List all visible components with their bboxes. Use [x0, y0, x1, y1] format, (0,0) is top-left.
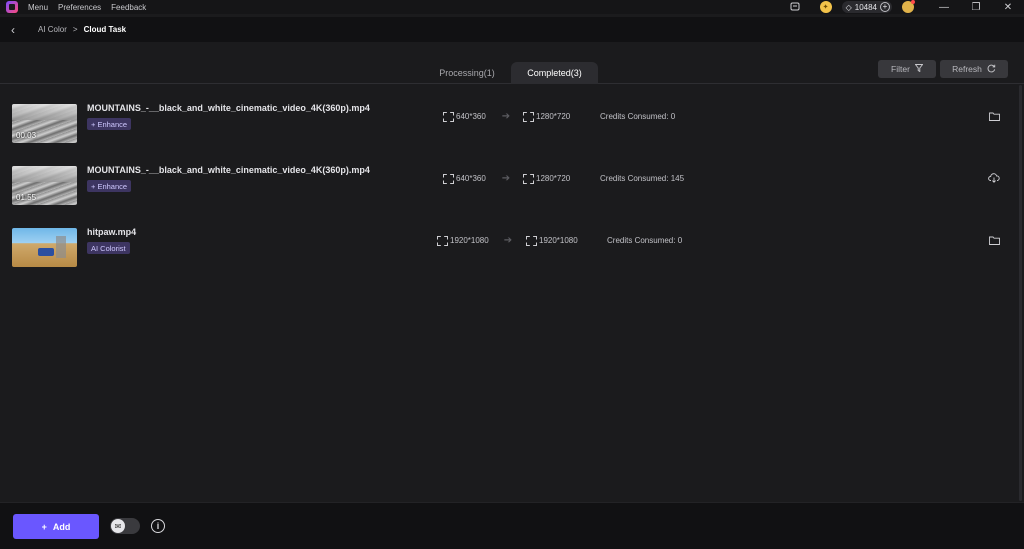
menu-item-preferences[interactable]: Preferences [58, 3, 101, 12]
plus-icon: + [41, 521, 47, 532]
title-bar-right: ✦ ◇ 10484 + — ❐ ✕ [788, 0, 1024, 14]
app-logo-icon [6, 1, 18, 13]
avatar-icon[interactable] [902, 0, 915, 13]
title-bar: Menu Preferences Feedback ✦ ◇ 10484 + — … [0, 0, 1024, 14]
diamond-icon: ◇ [845, 2, 852, 12]
minimize-icon[interactable]: — [928, 0, 960, 14]
scrollbar[interactable] [1019, 85, 1022, 501]
model-badge: + Enhance [87, 118, 132, 130]
file-name: MOUNTAINS_-__black_and_white_cinematic_v… [87, 103, 370, 113]
breadcrumb-separator: > [72, 25, 78, 34]
info-icon[interactable]: i [151, 519, 165, 533]
resolution-icon [523, 174, 532, 183]
model-badge: AI Colorist [87, 242, 130, 254]
source-resolution: 640*360 [443, 112, 486, 121]
restore-icon[interactable]: ❐ [960, 0, 992, 14]
refresh-icon [987, 64, 996, 75]
refresh-button[interactable]: Refresh [940, 60, 1008, 78]
credits-balance[interactable]: ◇ 10484 + [841, 1, 892, 13]
source-resolution: 640*360 [443, 174, 486, 183]
resolution-icon [523, 112, 532, 121]
target-resolution-value: 1280*720 [536, 112, 571, 121]
credits-consumed: Credits Consumed: 145 [600, 174, 685, 183]
coin-icon[interactable]: ✦ [819, 1, 832, 13]
video-duration: 01:55 [16, 193, 37, 202]
task-row: 00:03 MOUNTAINS_-__black_and_white_cinem… [0, 94, 1014, 156]
video-thumbnail[interactable] [12, 228, 77, 267]
filter-icon [914, 64, 924, 74]
task-row: 01:55 MOUNTAINS_-__black_and_white_cinem… [0, 156, 1014, 218]
resolution-icon [526, 236, 535, 245]
folder-icon[interactable] [988, 111, 1000, 121]
target-resolution: 1280*720 [523, 112, 570, 121]
arrow-right-icon: ➔ [501, 172, 511, 184]
bottom-bar: + Add ✉ i [0, 502, 1024, 549]
tab-completed[interactable]: Completed(3) [511, 62, 598, 84]
video-duration: 00:03 [16, 131, 37, 140]
folder-icon[interactable] [988, 235, 1000, 245]
target-resolution-value: 1920*1080 [539, 236, 578, 245]
task-row: hitpaw.mp4 AI Colorist 1920*1080 ➔ 1920*… [0, 218, 1014, 280]
target-resolution: 1280*720 [523, 174, 570, 183]
main-panel: Processing(1) Completed(3) Filter Refres… [0, 42, 1024, 502]
filter-button[interactable]: Filter [878, 60, 936, 78]
file-name: hitpaw.mp4 [87, 227, 137, 237]
close-icon[interactable]: ✕ [992, 0, 1024, 14]
menu-item-feedback[interactable]: Feedback [111, 3, 146, 12]
back-arrow-icon[interactable]: ‹ [6, 23, 20, 37]
target-resolution: 1920*1080 [526, 236, 578, 245]
refresh-label: Refresh [952, 64, 982, 74]
resolution-icon [443, 174, 452, 183]
source-resolution-value: 1920*1080 [450, 236, 489, 245]
add-button[interactable]: + Add [13, 514, 99, 539]
plus-icon[interactable]: + [880, 2, 890, 12]
arrow-right-icon: ➔ [501, 110, 511, 122]
notification-toggle[interactable]: ✉ [110, 518, 140, 534]
source-resolution: 1920*1080 [437, 236, 489, 245]
tab-processing[interactable]: Processing(1) [425, 62, 509, 84]
resolution-icon [437, 236, 446, 245]
file-name: MOUNTAINS_-__black_and_white_cinematic_v… [87, 165, 370, 175]
source-resolution-value: 640*360 [456, 112, 486, 121]
breadcrumb-parent[interactable]: AI Color [38, 25, 67, 34]
arrow-right-icon: ➔ [503, 234, 513, 246]
target-resolution-value: 1280*720 [536, 174, 571, 183]
chat-icon[interactable] [788, 0, 802, 14]
source-resolution-value: 640*360 [456, 174, 486, 183]
credits-value: 10484 [854, 2, 877, 12]
cloud-download-icon[interactable] [988, 173, 1000, 183]
resolution-icon [443, 112, 452, 121]
mail-icon: ✉ [111, 519, 125, 533]
credits-consumed: Credits Consumed: 0 [607, 236, 683, 245]
filter-label: Filter [891, 64, 910, 74]
credits-consumed: Credits Consumed: 0 [600, 112, 676, 121]
menu-item-menu[interactable]: Menu [28, 3, 48, 12]
breadcrumb: ‹ AI Color > Cloud Task [0, 17, 1024, 42]
add-label: Add [52, 521, 71, 532]
breadcrumb-current: Cloud Task [83, 25, 127, 34]
tabs-bar: Processing(1) Completed(3) [0, 62, 1024, 84]
model-badge: + Enhance [87, 180, 132, 192]
